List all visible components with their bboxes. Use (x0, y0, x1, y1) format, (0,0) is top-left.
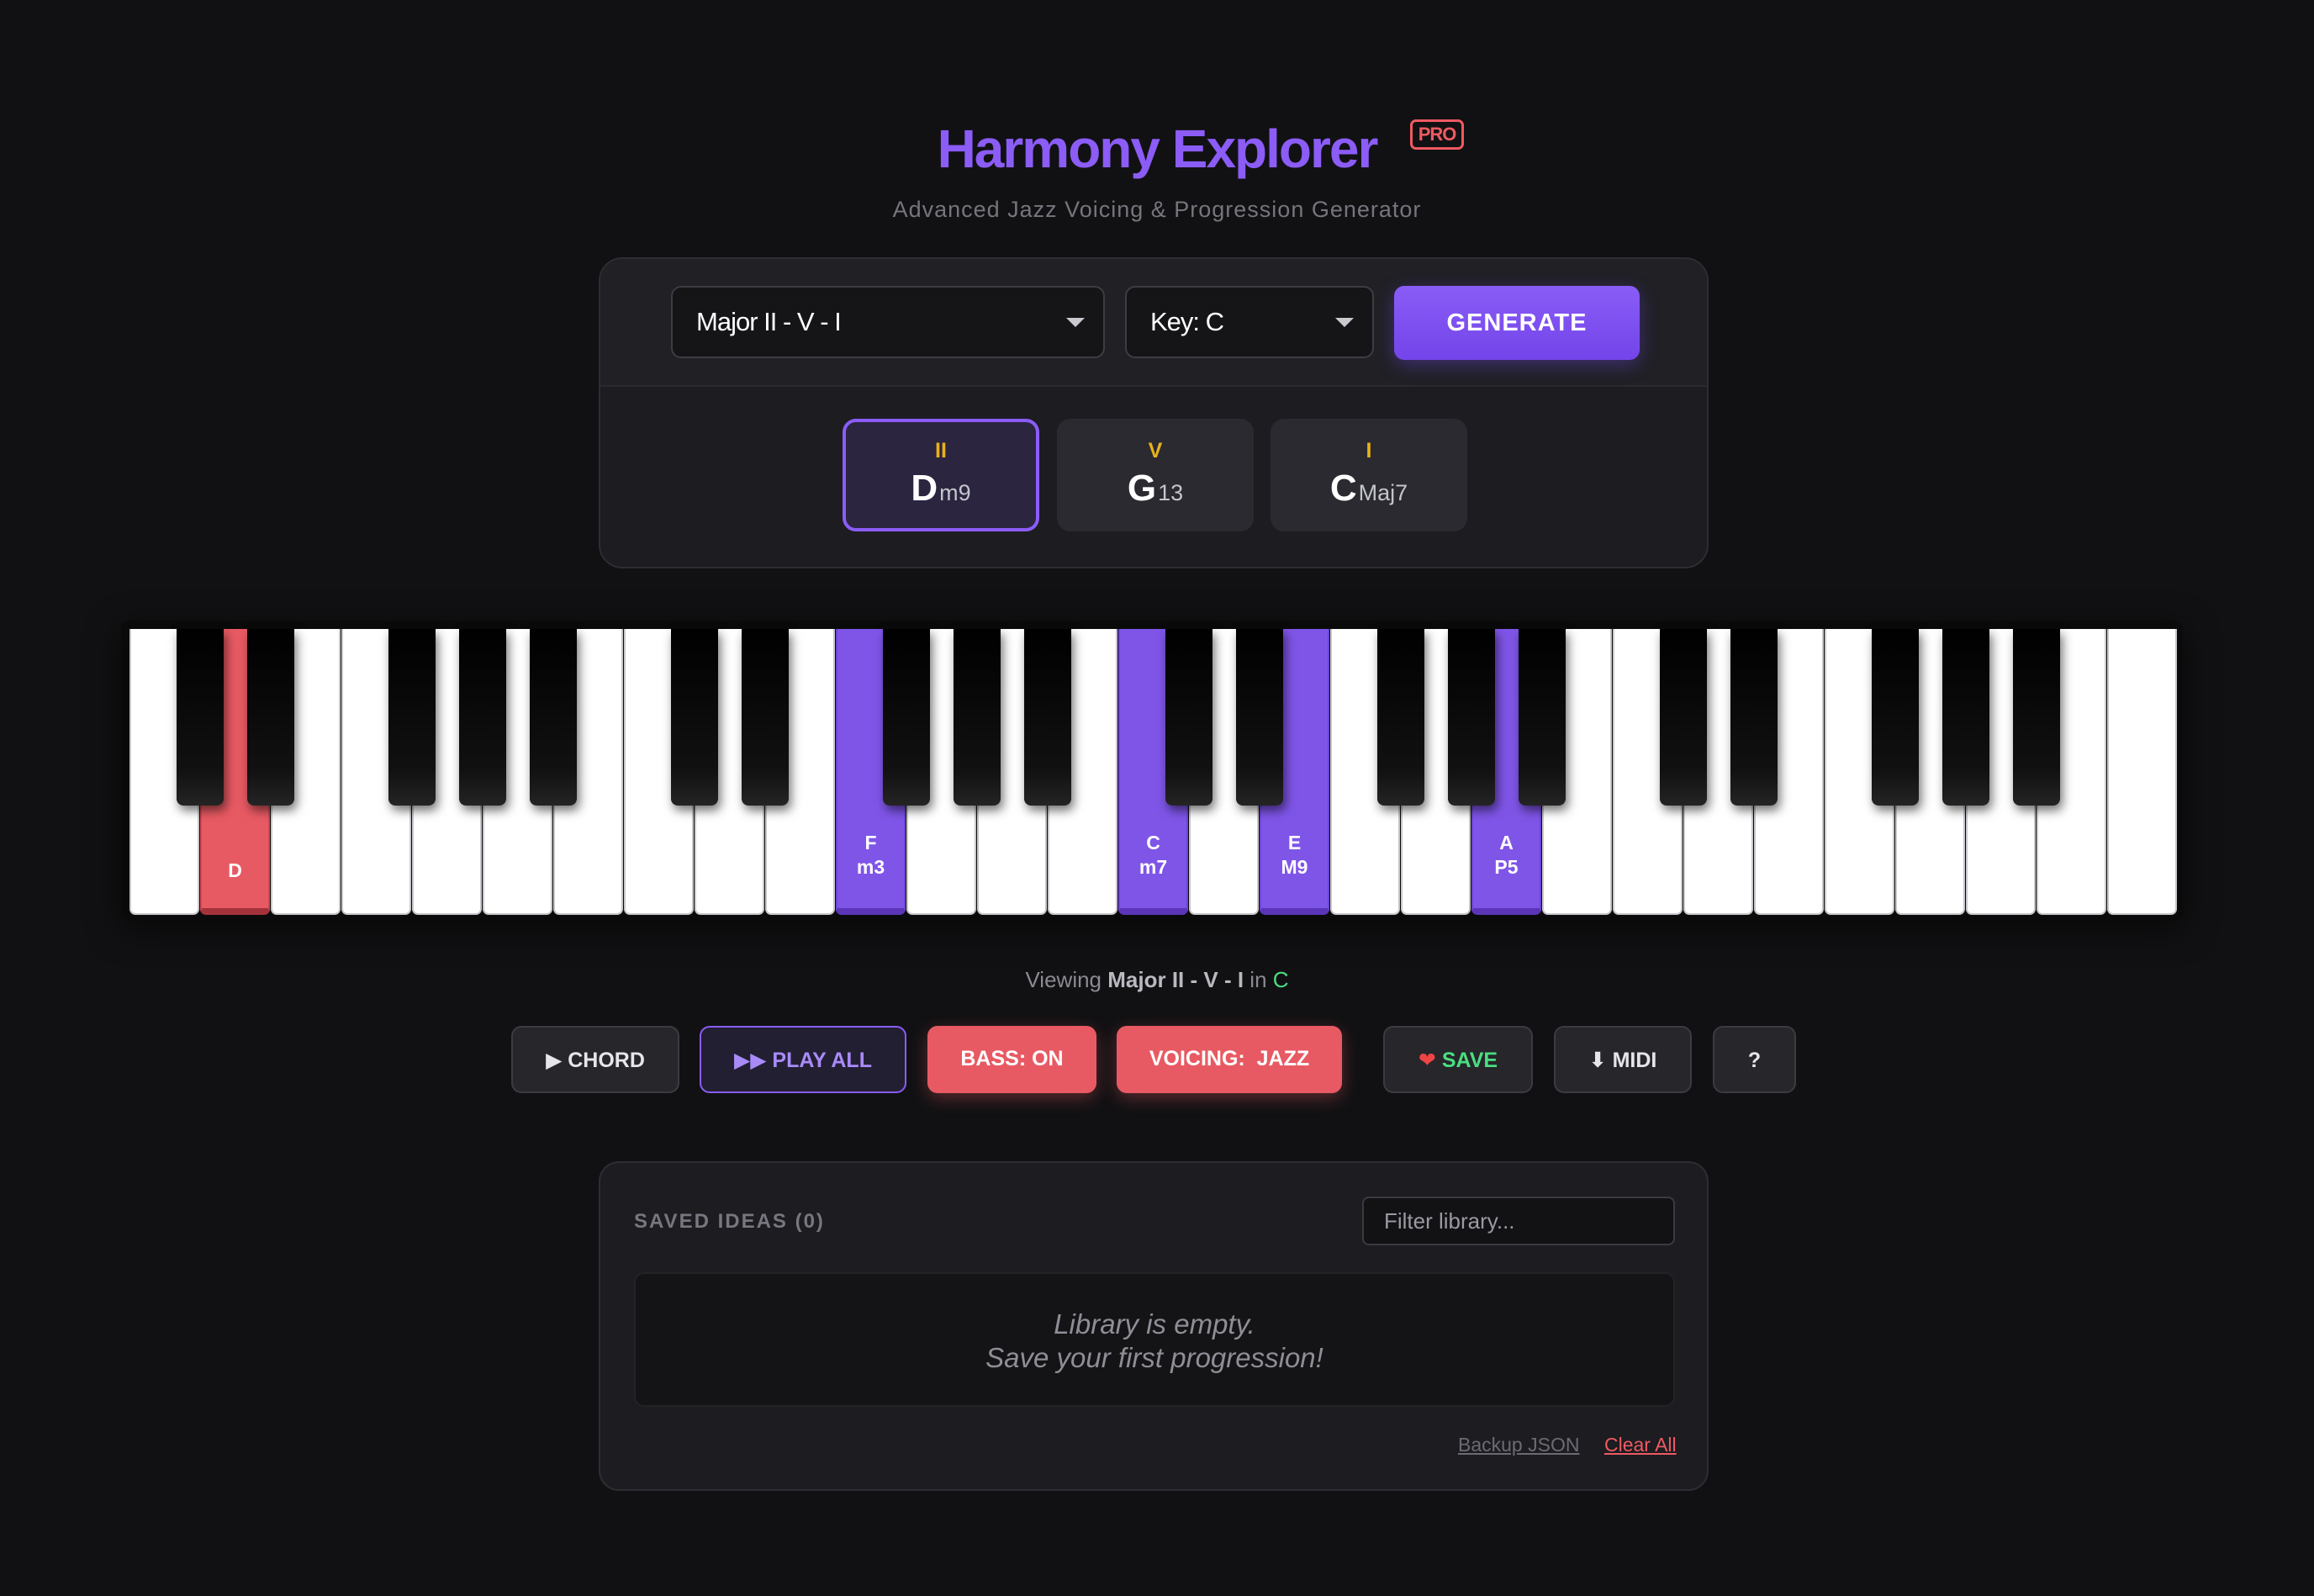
chord-roman-numeral: V (1148, 439, 1163, 462)
key-note-label: E M9 (1281, 832, 1308, 878)
black-key[interactable] (2013, 629, 2060, 806)
app-title: Harmony Explorer PRO (938, 118, 1465, 180)
black-key[interactable] (530, 629, 577, 806)
library-empty-state: Library is empty. Save your first progre… (634, 1272, 1675, 1407)
black-key[interactable] (1165, 629, 1212, 806)
black-key[interactable] (1942, 629, 1989, 806)
header: Harmony Explorer PRO (0, 118, 2314, 180)
play-chord-button[interactable]: ▶ CHORD (511, 1026, 679, 1093)
black-key[interactable] (247, 629, 294, 806)
saved-ideas-title: SAVED IDEAS (0) (634, 1210, 825, 1233)
status-key: C (1272, 967, 1289, 992)
black-key[interactable] (177, 629, 224, 806)
chord-card-ii[interactable]: II Dm9 (843, 419, 1039, 531)
chord-card-v[interactable]: V G13 (1057, 419, 1254, 531)
play-icon: ▶ (546, 1049, 563, 1072)
saved-ideas-panel: SAVED IDEAS (0) Library is empty. Save y… (599, 1161, 1709, 1491)
black-key[interactable] (1236, 629, 1283, 806)
key-note-label: A P5 (1494, 832, 1519, 878)
white-key-c[interactable] (2107, 629, 2177, 915)
black-key[interactable] (388, 629, 436, 806)
piano-keyboard: D Fm3 Cm7 E M9 A P5 (121, 621, 2183, 920)
midi-export-button[interactable]: ⬇ MIDI (1554, 1026, 1692, 1093)
black-key[interactable] (1872, 629, 1919, 806)
pro-badge: PRO (1409, 119, 1465, 150)
library-filter-input[interactable] (1362, 1197, 1675, 1245)
black-key[interactable] (671, 629, 718, 806)
black-key[interactable] (883, 629, 930, 806)
black-key[interactable] (1448, 629, 1495, 806)
heart-icon: ❤ (1418, 1049, 1436, 1072)
key-note-label: Cm7 (1139, 832, 1168, 878)
generator-panel: Major II - V - I Key: C GENERATE II Dm9 … (599, 257, 1709, 568)
black-key[interactable] (1024, 629, 1071, 806)
help-button[interactable]: ? (1713, 1026, 1796, 1093)
chord-symbol: G13 (1127, 468, 1184, 509)
black-key[interactable] (1730, 629, 1778, 806)
chord-symbol: Dm9 (911, 468, 971, 509)
key-note-label: D (228, 859, 242, 881)
progression-select[interactable]: Major II - V - I (671, 286, 1105, 358)
play-all-button[interactable]: ▶▶ PLAY ALL (700, 1026, 906, 1093)
key-select[interactable]: Key: C (1125, 286, 1374, 358)
bass-toggle-button[interactable]: BASS: ON (927, 1026, 1096, 1093)
voicing-toggle-button[interactable]: VOICING: JAZZ (1117, 1026, 1342, 1093)
status-progression: Major II - V - I (1107, 967, 1244, 992)
status-line: Viewing Major II - V - I in C (1025, 967, 1289, 992)
chevron-down-icon (1066, 318, 1085, 327)
black-key[interactable] (1377, 629, 1424, 806)
chord-roman-numeral: II (935, 439, 947, 462)
chord-symbol: CMaj7 (1329, 468, 1408, 509)
save-button[interactable]: ❤ SAVE (1383, 1026, 1533, 1093)
fast-forward-icon: ▶▶ (734, 1049, 767, 1072)
key-note-label: Fm3 (856, 832, 885, 878)
chevron-down-icon (1335, 318, 1354, 327)
download-arrow-icon: ⬇ (1588, 1049, 1607, 1072)
backup-json-link[interactable]: Backup JSON (1458, 1434, 1579, 1456)
black-key[interactable] (954, 629, 1001, 806)
black-key[interactable] (742, 629, 789, 806)
generator-controls: Major II - V - I Key: C GENERATE (600, 259, 1707, 387)
chord-roman-numeral: I (1366, 439, 1372, 462)
black-key[interactable] (459, 629, 506, 806)
generate-button[interactable]: GENERATE (1394, 286, 1640, 360)
chord-card-i[interactable]: I CMaj7 (1271, 419, 1467, 531)
app-subtitle: Advanced Jazz Voicing & Progression Gene… (892, 197, 1422, 222)
black-key[interactable] (1519, 629, 1566, 806)
clear-all-link[interactable]: Clear All (1604, 1434, 1677, 1456)
black-key[interactable] (1660, 629, 1707, 806)
